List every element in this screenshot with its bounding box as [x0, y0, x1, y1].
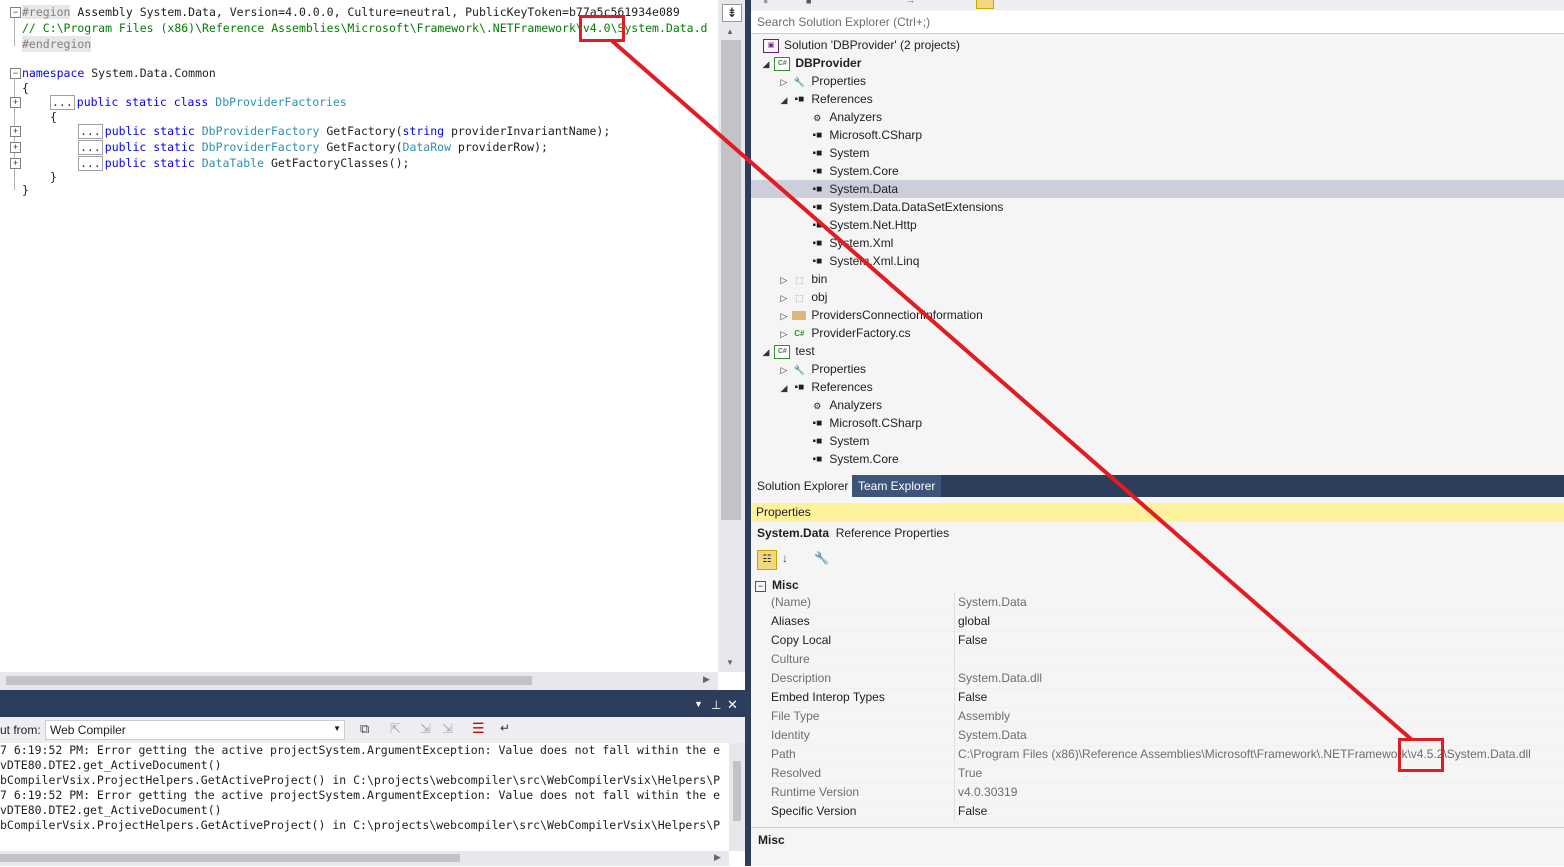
annotation-line [609, 38, 1414, 742]
annotation-arrow [609, 38, 1414, 742]
